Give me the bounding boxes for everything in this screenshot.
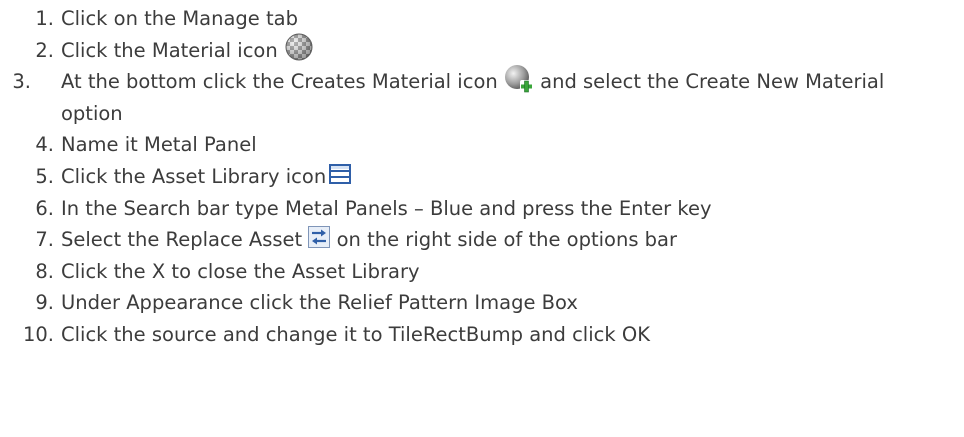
step-text: At the bottom click the Creates Material… (61, 70, 498, 94)
material-sphere-icon (284, 32, 314, 62)
step-text: Name it Metal Panel (61, 133, 257, 157)
step-number: 8. (35, 259, 54, 283)
replace-asset-swap-icon (308, 225, 331, 248)
step-7: 7. Select the Replace Asset on the right … (0, 224, 964, 256)
step-1: 1. Click on the Manage tab (0, 3, 964, 35)
step-3: 3. At the bottom click the Creates Materi… (0, 64, 941, 129)
step-number: 4. (35, 133, 54, 157)
step-text: Click the X to close the Asset Library (61, 259, 420, 283)
create-material-plus-icon (504, 64, 534, 94)
instruction-list: 1. Click on the Manage tab 2. Click the Ma… (0, 3, 964, 351)
step-text: In the Search bar type Metal Panels – Bl… (61, 196, 712, 220)
step-5: 5. Click the Asset Library icon (0, 161, 964, 193)
step-text: Select the Replace Asset (61, 228, 303, 252)
step-6: 6. In the Search bar type Metal Panels – … (0, 193, 964, 225)
step-text: Click the Material icon (61, 38, 278, 62)
step-2: 2. Click the Material icon (0, 32, 964, 67)
step-number: 1. (35, 7, 54, 30)
step-number: 6. (35, 196, 54, 220)
step-number: 9. (35, 291, 54, 315)
step-text: Click on the Manage tab (61, 7, 298, 30)
step-text-continued: on the right side of the options bar (336, 228, 678, 252)
step-4: 4. Name it Metal Panel (0, 129, 964, 161)
step-number: 2. (35, 38, 54, 62)
step-text: Click the source and change it to TileRe… (61, 322, 650, 346)
step-number: 5. (35, 164, 54, 188)
step-text: Under Appearance click the Relief Patter… (61, 291, 578, 315)
step-number: 7. (35, 228, 54, 252)
step-number: 3. (12, 70, 31, 94)
step-text: Click the Asset Library icon (61, 164, 327, 188)
step-8: 8. Click the X to close the Asset Library (0, 256, 964, 288)
step-number: 10. (22, 322, 54, 346)
step-10: 10. Click the source and change it to Til… (0, 319, 964, 351)
asset-library-panel-icon (329, 164, 352, 185)
step-9: 9. Under Appearance click the Relief Patt… (0, 287, 964, 319)
